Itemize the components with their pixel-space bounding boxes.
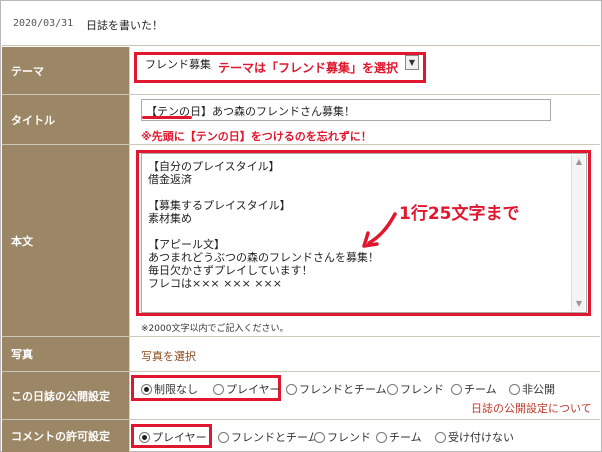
photo-row: 写真 写真を選択: [2, 337, 600, 372]
radio-unchecked-icon[interactable]: [435, 431, 446, 443]
comments-value-cell: プレイヤー フレンドとチーム フレンド チーム 受け付けない: [131, 420, 600, 452]
diary-form: 2020/03/31 日誌を書いた！ テーマ フレンド募集 ▼ テーマは「フレン…: [0, 0, 602, 452]
diary-header: 2020/03/31 日誌を書いた！: [2, 2, 600, 46]
radio-label: プレイヤー: [226, 383, 281, 396]
radio-label: 制限なし: [154, 383, 198, 396]
comments-label: コメントの許可設定: [2, 420, 130, 452]
theme-row: テーマ フレンド募集 ▼ テーマは「フレンド募集」を選択: [2, 47, 600, 95]
chevron-down-icon[interactable]: ▼: [405, 55, 419, 70]
select-photo-link[interactable]: 写真を選択: [141, 348, 196, 364]
diary-title: 日誌を書いた！: [86, 19, 163, 32]
title-label: タイトル: [2, 95, 130, 144]
radio-label: チーム: [389, 431, 422, 444]
photo-value-cell: 写真を選択: [131, 337, 600, 371]
radio-unchecked-icon[interactable]: [286, 383, 297, 395]
comments-option-friends-teams[interactable]: フレンドとチーム: [218, 429, 319, 445]
radio-label: フレンド: [400, 383, 444, 396]
visibility-label: この日誌の公開設定: [2, 372, 130, 419]
radio-checked-icon[interactable]: [141, 383, 152, 395]
visibility-option-friends[interactable]: フレンド: [387, 381, 444, 397]
visibility-row: この日誌の公開設定 制限なし プレイヤー フレンドとチーム フレンド チーム 非…: [2, 372, 600, 420]
comments-option-players[interactable]: プレイヤー: [139, 429, 207, 445]
comments-option-friends[interactable]: フレンド: [314, 429, 371, 445]
radio-label: チーム: [464, 383, 497, 396]
radio-label: 受け付けない: [448, 431, 514, 444]
radio-unchecked-icon[interactable]: [213, 383, 224, 395]
visibility-help-link[interactable]: 日誌の公開設定について: [471, 400, 592, 416]
body-label: 本文: [2, 145, 130, 336]
title-row: タイトル 【テンの日】あつ森のフレンドさん募集！ ※先頭に【テンの日】をつけるの…: [2, 95, 600, 145]
comments-option-team[interactable]: チーム: [376, 429, 422, 445]
title-prefix-underline: [142, 116, 192, 119]
radio-label: フレンド: [327, 431, 371, 444]
radio-unchecked-icon[interactable]: [509, 383, 520, 395]
radio-unchecked-icon[interactable]: [387, 383, 398, 395]
body-char-limit-note: ※2000文字以内でご記入ください。: [141, 324, 289, 334]
radio-label: プレイヤー: [152, 431, 207, 444]
radio-unchecked-icon[interactable]: [218, 431, 229, 443]
pointer-arrow-icon: [362, 212, 397, 248]
visibility-option-private[interactable]: 非公開: [509, 381, 555, 397]
body-annotation: 1行25文字まで: [399, 204, 520, 224]
theme-annotation: テーマは「フレンド募集」を選択: [218, 61, 399, 75]
visibility-option-unrestricted[interactable]: 制限なし: [141, 381, 198, 397]
theme-label: テーマ: [2, 47, 130, 94]
radio-checked-icon[interactable]: [139, 431, 150, 443]
theme-value-cell: フレンド募集 ▼ テーマは「フレンド募集」を選択: [131, 47, 600, 94]
visibility-option-friends-teams[interactable]: フレンドとチーム: [286, 381, 387, 397]
title-value-cell: 【テンの日】あつ森のフレンドさん募集！ ※先頭に【テンの日】をつけるのを忘れずに…: [131, 95, 600, 144]
theme-selected-value: フレンド募集: [145, 58, 211, 71]
diary-date: 2020/03/31: [13, 18, 74, 29]
radio-label: 非公開: [522, 383, 555, 396]
comments-row: コメントの許可設定 プレイヤー フレンドとチーム フレンド チーム 受け付けない: [2, 420, 600, 452]
visibility-option-players[interactable]: プレイヤー: [213, 381, 281, 397]
photo-label: 写真: [2, 337, 130, 371]
radio-unchecked-icon[interactable]: [314, 431, 325, 443]
radio-unchecked-icon[interactable]: [376, 431, 387, 443]
comments-option-disabled[interactable]: 受け付けない: [435, 429, 514, 445]
visibility-option-team[interactable]: チーム: [451, 381, 497, 397]
body-row: 本文 【自分のプレイスタイル】 借金返済 【募集するプレイスタイル】 素材集め …: [2, 145, 600, 337]
visibility-value-cell: 制限なし プレイヤー フレンドとチーム フレンド チーム 非公開 日誌の公開設定…: [131, 372, 600, 419]
radio-label: フレンドとチーム: [231, 431, 319, 444]
radio-label: フレンドとチーム: [299, 383, 387, 396]
radio-unchecked-icon[interactable]: [451, 383, 462, 395]
title-input[interactable]: 【テンの日】あつ森のフレンドさん募集！: [141, 99, 551, 121]
title-annotation: ※先頭に【テンの日】をつけるのを忘れずに！: [141, 130, 372, 143]
